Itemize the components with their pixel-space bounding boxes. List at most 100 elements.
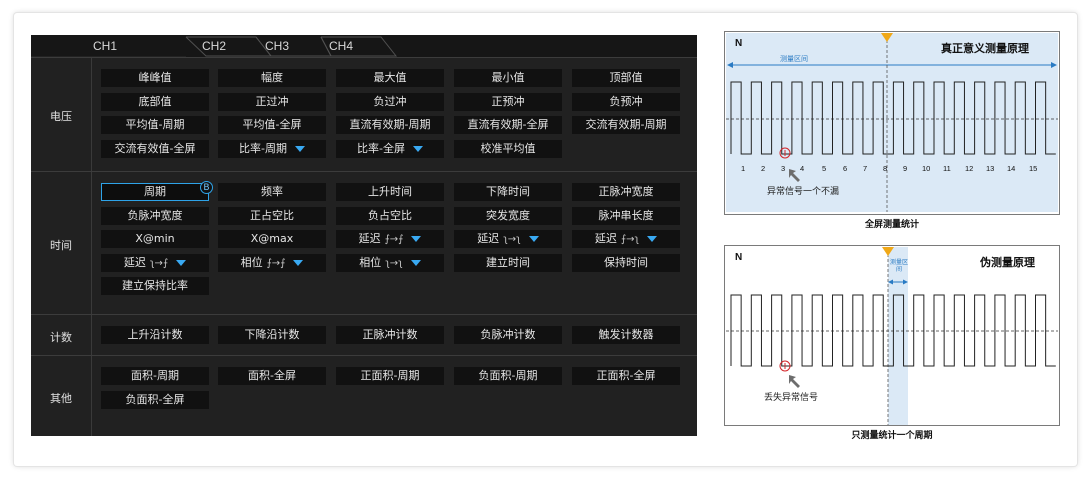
tab-ch4[interactable]: CH4 <box>329 35 353 57</box>
measure-button[interactable]: 触发计数器 <box>572 326 680 344</box>
measure-button-label: 正占空比 <box>250 208 294 222</box>
measure-button[interactable]: 峰峰值 <box>101 69 209 87</box>
measure-button[interactable]: 突发宽度 <box>454 206 562 225</box>
measure-button[interactable]: 正面积-全屏 <box>572 367 680 385</box>
measure-button-label: 平均值-全屏 <box>242 118 302 131</box>
measure-button[interactable]: 顶部值 <box>572 69 680 87</box>
tab-outline <box>31 36 398 57</box>
measure-button-label: 建立时间 <box>486 255 530 269</box>
measure-button[interactable]: 周期 B <box>101 181 213 201</box>
measure-button[interactable]: 负预冲 <box>572 92 680 111</box>
measure-button[interactable]: 频率 <box>218 183 326 201</box>
measure-button[interactable]: 延迟 ʅ→⨍ <box>101 253 209 272</box>
measure-button-label: 比率-周期 <box>239 141 287 155</box>
measure-button[interactable]: 底部值 <box>101 92 209 111</box>
measure-button[interactable]: 比率-周期 <box>218 139 326 158</box>
measure-button[interactable]: 平均值-全屏 <box>218 116 326 134</box>
dropdown-caret-icon[interactable] <box>411 236 422 242</box>
range-label: 测量区间 <box>890 259 909 273</box>
measure-button-label: 负面积-全屏 <box>125 392 185 406</box>
measure-button[interactable]: 负脉冲宽度 <box>101 206 209 225</box>
pseudo-measurement-diagram: N 伪测量原理 测量区间 丢失异常信号 只测量统计一个周期 <box>724 245 1060 441</box>
measure-button[interactable]: 建立保持比率 <box>101 277 209 295</box>
measure-button[interactable]: 保持时间 <box>572 253 680 272</box>
measure-button[interactable]: 延迟 ʅ→ʅ <box>454 230 562 248</box>
measure-button-label: 平均值-周期 <box>125 118 185 131</box>
section-label: 计数 <box>50 330 72 344</box>
measure-button[interactable]: 交流有效值-全屏 <box>101 139 209 158</box>
measure-button-label: 正脉冲宽度 <box>598 185 654 198</box>
edge-symbol-icon: ʅ→ʅ <box>385 257 403 269</box>
measure-button[interactable]: 下降时间 <box>454 183 562 201</box>
dropdown-caret-icon[interactable] <box>294 145 305 152</box>
measure-button[interactable]: 负面积-全屏 <box>101 390 209 409</box>
measure-button[interactable]: 正过冲 <box>218 92 326 111</box>
measure-button[interactable]: 建立时间 <box>454 253 562 272</box>
measure-button[interactable]: 上升时间 <box>336 183 444 201</box>
measure-button[interactable]: 负脉冲计数 <box>454 326 562 344</box>
square-wave-path <box>730 294 1056 367</box>
section-other: 其他 面积-周期 面积-全屏 正面积-周期 负面积-周期 正面积-全屏负面积-全屏 <box>31 355 697 436</box>
tab-ch3[interactable]: CH3 <box>265 35 289 57</box>
measure-button[interactable]: 负占空比 <box>336 206 444 225</box>
measure-button-label: 正面积-全屏 <box>596 369 656 382</box>
measure-button[interactable]: 相位 ʅ→ʅ <box>336 253 444 272</box>
measure-button-label: 触发计数器 <box>598 328 654 341</box>
measure-button[interactable]: X@min <box>101 230 209 248</box>
measure-button[interactable]: 负面积-周期 <box>454 367 562 385</box>
measure-button[interactable]: 正占空比 <box>218 206 326 225</box>
measure-button[interactable]: 正预冲 <box>454 92 562 111</box>
channel-tab-bar: CH1 CH2 CH3 CH4 <box>31 35 697 58</box>
dropdown-caret-icon[interactable] <box>528 236 539 242</box>
measure-button[interactable]: 交流有效期-周期 <box>572 116 680 134</box>
edge-symbol-icon: ⨍→⨍ <box>266 257 286 269</box>
measure-button-label: 正脉冲计数 <box>362 328 418 341</box>
measure-button[interactable]: 正脉冲计数 <box>336 326 444 344</box>
measure-button[interactable]: 面积-周期 <box>101 367 209 385</box>
section-label: 其他 <box>50 391 72 405</box>
measure-button[interactable]: 上升沿计数 <box>101 326 209 344</box>
dropdown-caret-icon[interactable] <box>176 259 187 266</box>
measure-button-label: 幅度 <box>261 71 283 84</box>
measure-button[interactable]: 直流有效期-全屏 <box>454 116 562 134</box>
anomaly-annotation: 丢失异常信号 <box>764 393 819 403</box>
tab-ch2[interactable]: CH2 <box>202 35 226 57</box>
dropdown-caret-icon[interactable] <box>410 259 421 266</box>
measure-button-label: 正过冲 <box>255 94 289 108</box>
measure-button[interactable]: 校准平均值 <box>454 139 562 158</box>
measure-button-label: 面积-周期 <box>131 369 179 382</box>
measure-button[interactable]: 延迟 ⨍→⨍ <box>336 230 444 248</box>
measure-button-label: 建立保持比率 <box>122 279 188 292</box>
pulse-number: 3 <box>781 164 785 173</box>
measure-button[interactable]: 正面积-周期 <box>336 367 444 385</box>
measure-button-label: 负占空比 <box>368 208 412 222</box>
dropdown-caret-icon[interactable] <box>647 236 658 242</box>
measure-button[interactable]: 面积-全屏 <box>218 367 326 385</box>
measure-button-label: 比率-全屏 <box>357 141 405 155</box>
measure-button[interactable]: 相位 ⨍→⨍ <box>218 253 326 272</box>
dropdown-caret-icon[interactable] <box>293 259 304 266</box>
pulse-number: 7 <box>863 164 867 173</box>
measure-button-label: 直流有效期-全屏 <box>467 118 549 131</box>
section-count: 计数 上升沿计数 下降沿计数 正脉冲计数 负脉冲计数 触发计数器 <box>31 314 697 356</box>
tab-ch1[interactable]: CH1 <box>93 35 117 57</box>
measure-button[interactable]: 延迟 ⨍→ʅ <box>572 230 680 248</box>
dropdown-caret-icon[interactable] <box>412 145 423 152</box>
pulse-number: 10 <box>922 164 930 173</box>
measure-button[interactable]: X@max <box>218 230 326 248</box>
measure-button-label: 正面积-周期 <box>360 369 420 382</box>
measure-button[interactable]: 幅度 <box>218 69 326 87</box>
measure-button[interactable]: 平均值-周期 <box>101 116 209 134</box>
measure-button[interactable]: 下降沿计数 <box>218 326 326 344</box>
measure-button[interactable]: 最小值 <box>454 69 562 87</box>
measure-button[interactable]: 最大值 <box>336 69 444 87</box>
measure-button[interactable]: 比率-全屏 <box>336 139 444 158</box>
measure-button[interactable]: 脉冲串长度 <box>572 206 680 225</box>
measure-button[interactable]: 负过冲 <box>336 92 444 111</box>
measure-button-label: X@max <box>250 232 294 245</box>
measure-button-label: 频率 <box>261 185 283 198</box>
measure-button[interactable]: 直流有效期-周期 <box>336 116 444 134</box>
measure-button-label: 负脉冲计数 <box>480 328 536 341</box>
measure-button[interactable]: 正脉冲宽度 <box>572 183 680 201</box>
measure-button-label: 保持时间 <box>604 255 648 269</box>
